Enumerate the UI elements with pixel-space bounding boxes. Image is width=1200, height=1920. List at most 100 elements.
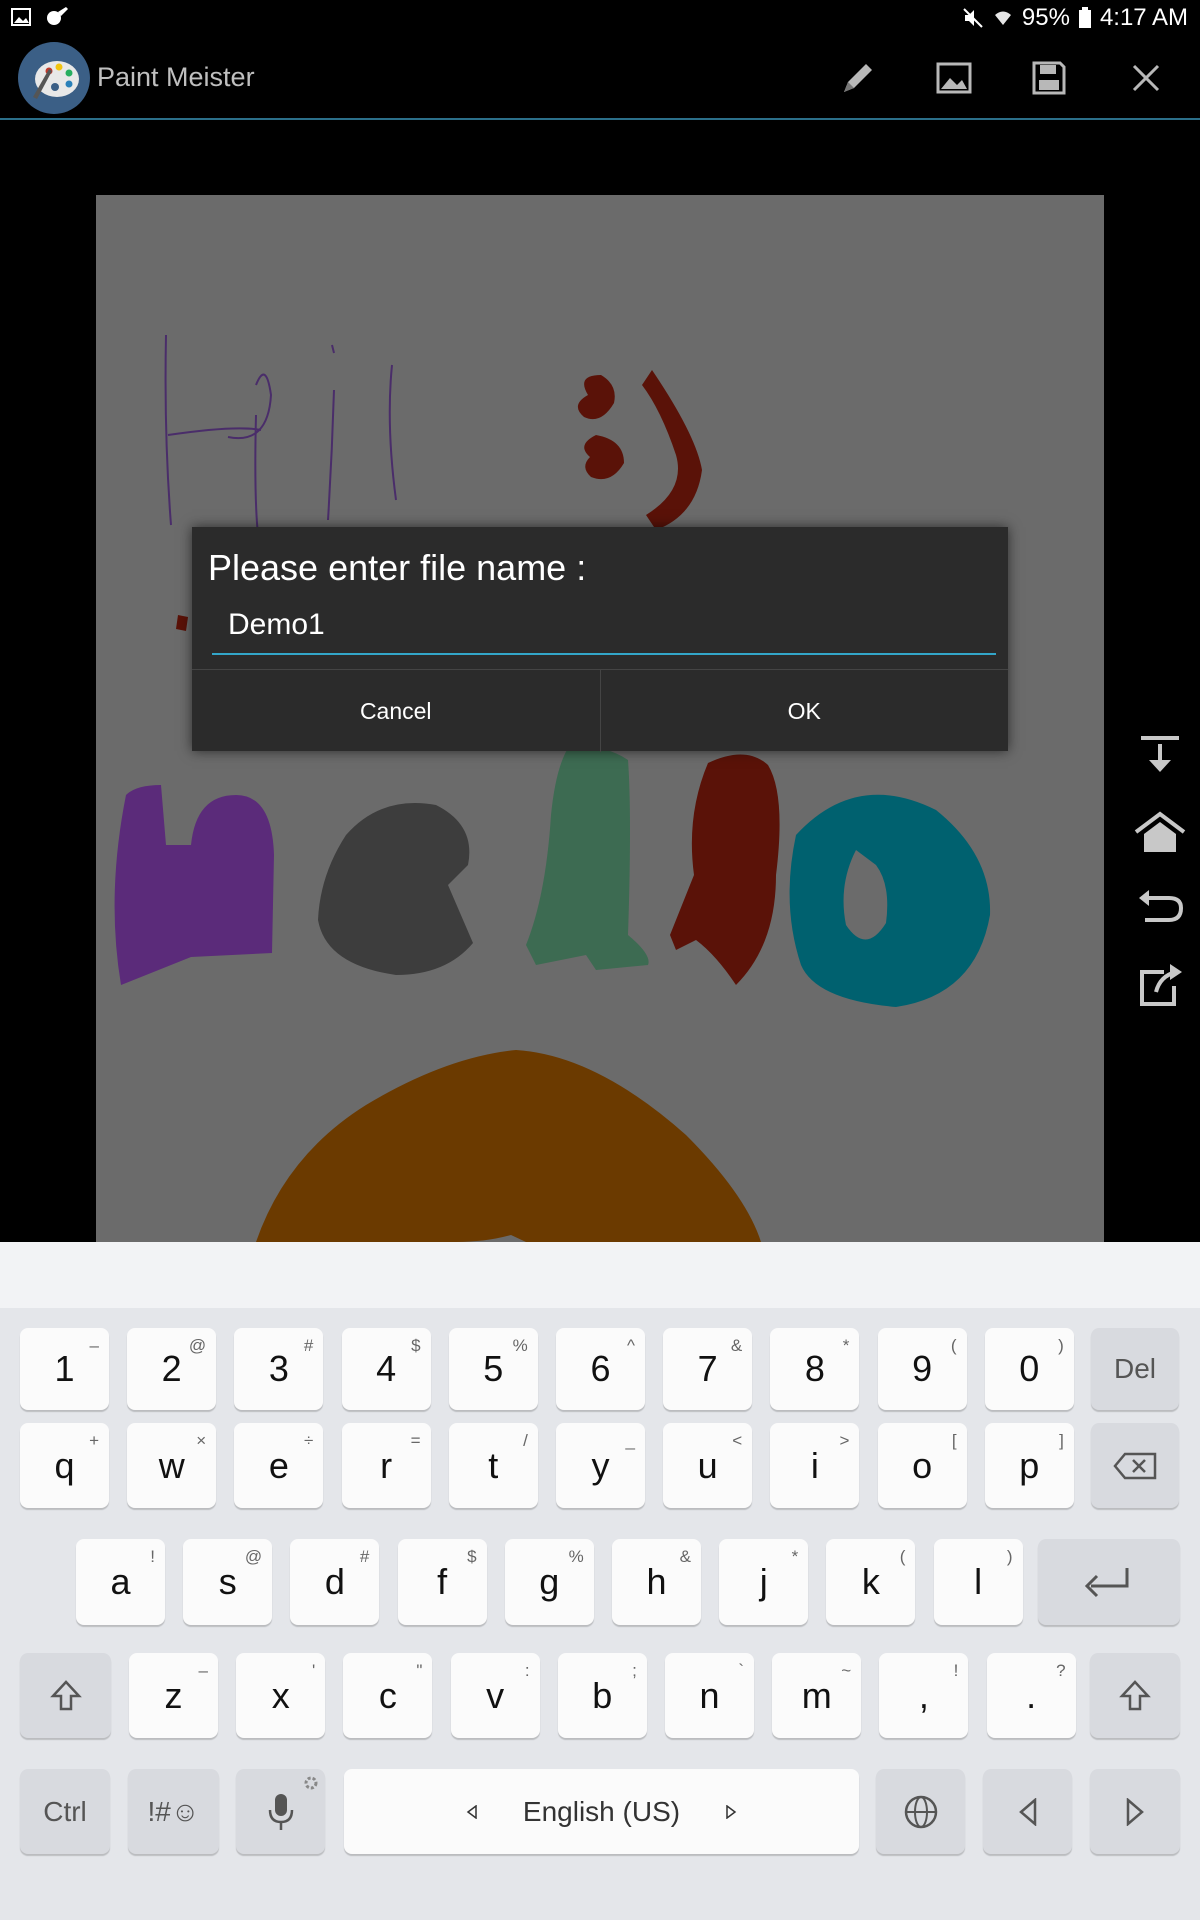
key-label: 9 — [912, 1348, 933, 1389]
key-label: 6 — [590, 1348, 611, 1389]
pencil-button[interactable] — [834, 54, 882, 102]
key-z-2[interactable]: c " — [343, 1653, 433, 1738]
key-label: , — [918, 1674, 929, 1716]
key-label: i — [810, 1444, 819, 1486]
status-bar: 95% 4:17 AM — [0, 0, 1200, 38]
symbols-key[interactable]: !#☺ — [128, 1769, 219, 1854]
key-z-0[interactable]: z – — [129, 1653, 218, 1738]
key-num-1[interactable]: 2 @ — [127, 1328, 217, 1410]
cancel-button[interactable]: Cancel — [192, 670, 601, 752]
key-alt-label: ( — [950, 1336, 957, 1355]
ctrl-key[interactable]: Ctrl — [20, 1769, 110, 1854]
teal-o-ring — [789, 794, 991, 1007]
key-a-5[interactable]: h & — [612, 1539, 701, 1625]
key-alt-label: < — [732, 1431, 743, 1450]
key-label: p — [1019, 1444, 1040, 1486]
language-key[interactable] — [876, 1769, 965, 1854]
handwritten-text-drawing — [164, 334, 397, 536]
shift-right-key[interactable] — [1090, 1653, 1180, 1738]
undo-button[interactable] — [1130, 879, 1190, 939]
key-z-7[interactable]: ,! — [879, 1653, 969, 1738]
key-alt-label: ^ — [627, 1336, 635, 1355]
action-bar: Paint Meister — [0, 38, 1200, 120]
key-z-8[interactable]: .? — [986, 1653, 1076, 1738]
key-a-6[interactable]: j * — [719, 1539, 809, 1625]
key-label: y — [591, 1444, 610, 1486]
key-q-4[interactable]: t / — [448, 1423, 538, 1508]
key-z-1[interactable]: x ' — [236, 1653, 326, 1738]
key-alt-label: $ — [467, 1547, 477, 1566]
key-label: j — [759, 1561, 768, 1602]
key-alt-label: – — [198, 1661, 208, 1680]
key-label: b — [592, 1674, 613, 1716]
key-q-7[interactable]: i > — [770, 1423, 860, 1508]
key-num-9[interactable]: 0) — [984, 1328, 1074, 1410]
key-label: 7 — [697, 1348, 718, 1389]
key-z-3[interactable]: v: — [450, 1653, 540, 1738]
app-logo — [18, 42, 90, 114]
key-z-4[interactable]: b; — [557, 1653, 647, 1738]
key-z-5[interactable]: n ` — [665, 1653, 754, 1738]
space-bar[interactable]: English (US) — [344, 1769, 859, 1854]
key-q-8[interactable]: o[ — [877, 1423, 967, 1508]
key-q-3[interactable]: r = — [341, 1423, 431, 1508]
file-name-input[interactable] — [212, 603, 996, 655]
key-alt-label: # — [303, 1336, 314, 1355]
key-alt-label: ; — [632, 1661, 637, 1680]
key-q-1[interactable]: w × — [127, 1423, 217, 1508]
download-button[interactable] — [1130, 727, 1190, 787]
key-q-0[interactable]: q + — [20, 1423, 109, 1508]
key-a-1[interactable]: s @ — [183, 1539, 273, 1625]
key-a-2[interactable]: d # — [290, 1539, 380, 1625]
save-button[interactable] — [1025, 54, 1073, 102]
wifi-icon — [994, 11, 1011, 25]
key-alt-label: ? — [1056, 1661, 1066, 1680]
key-label: 1 — [54, 1348, 75, 1389]
image-button[interactable] — [930, 54, 978, 102]
key-num-4[interactable]: 5% — [448, 1328, 538, 1410]
image-icon — [936, 62, 972, 94]
triangle-right-icon — [1126, 1797, 1144, 1826]
backspace-key[interactable] — [1091, 1423, 1179, 1508]
key-label: u — [697, 1444, 718, 1486]
key-alt-label: [ — [951, 1431, 957, 1450]
cursor-left-key[interactable] — [983, 1769, 1072, 1854]
key-z-6[interactable]: m ~ — [772, 1653, 862, 1738]
shift-left-key[interactable] — [20, 1653, 111, 1738]
close-button[interactable] — [1122, 54, 1170, 102]
microphone-icon — [268, 1793, 293, 1830]
key-a-3[interactable]: f $ — [397, 1539, 487, 1625]
share-button[interactable] — [1130, 955, 1190, 1015]
key-a-8[interactable]: l) — [933, 1539, 1023, 1625]
key-a-0[interactable]: a! — [76, 1539, 165, 1625]
key-num-0[interactable]: 1– — [20, 1328, 109, 1410]
key-num-7[interactable]: 8 * — [770, 1328, 860, 1410]
key-label: x — [271, 1674, 290, 1716]
key-label: q — [54, 1444, 75, 1486]
key-num-6[interactable]: 7 & — [663, 1328, 753, 1410]
enter-key[interactable] — [1038, 1539, 1180, 1625]
key-q-2[interactable]: e ÷ — [234, 1423, 324, 1508]
key-alt-label: % — [512, 1336, 528, 1355]
orange-blob — [256, 1050, 761, 1242]
canvas-area: Please enter file name : Cancel OK — [0, 120, 1200, 1242]
key-label: t — [488, 1444, 499, 1486]
voice-input-key[interactable] — [236, 1769, 325, 1854]
home-button[interactable] — [1130, 803, 1190, 863]
key-a-7[interactable]: k( — [826, 1539, 916, 1625]
key-num-2[interactable]: 3 # — [234, 1328, 324, 1410]
key-num-5[interactable]: 6 ^ — [556, 1328, 645, 1410]
key-alt-label: * — [791, 1547, 799, 1566]
cursor-right-key[interactable] — [1090, 1769, 1180, 1854]
key-num-8[interactable]: 9( — [877, 1328, 967, 1410]
key-alt-label: & — [730, 1336, 743, 1355]
key-q-6[interactable]: u < — [663, 1423, 753, 1508]
key-q-9[interactable]: p] — [984, 1423, 1074, 1508]
del-key[interactable]: Del — [1091, 1328, 1179, 1410]
key-num-3[interactable]: 4 $ — [341, 1328, 431, 1410]
key-a-4[interactable]: g% — [504, 1539, 594, 1625]
key-q-5[interactable]: y _ — [556, 1423, 645, 1508]
purple-h-blob — [114, 785, 274, 985]
key-alt-label: ] — [1059, 1431, 1064, 1450]
ok-button[interactable]: OK — [601, 670, 1009, 752]
